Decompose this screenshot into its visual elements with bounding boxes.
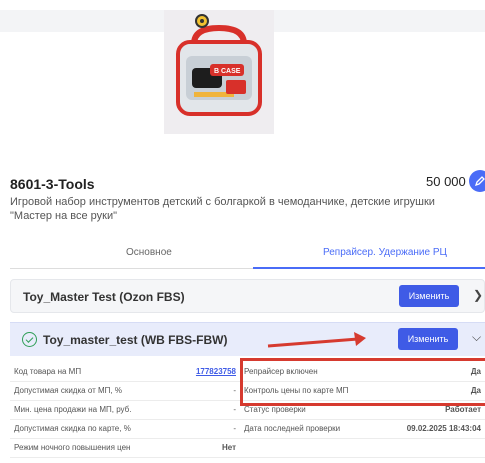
field-label xyxy=(240,438,390,458)
marketplace-card-ozon[interactable]: Toy_Master Test (Ozon FBS) Изменить ❯ xyxy=(10,279,485,313)
field-label: Дата последней проверки xyxy=(240,419,390,439)
medal-icon xyxy=(195,14,209,28)
tab-repricer[interactable]: Репрайсер. Удержание РЦ xyxy=(323,247,447,258)
field-value: 09.02.2025 18:43:04 xyxy=(390,419,485,439)
product-code-link[interactable]: 177823758 xyxy=(196,367,236,376)
tab-main[interactable]: Основное xyxy=(126,247,172,258)
field-label: Код товара на МП xyxy=(10,362,170,382)
active-tab-indicator xyxy=(253,267,485,269)
edit-price-button[interactable] xyxy=(469,170,485,192)
field-label: Мин. цена продажи на МП, руб. xyxy=(10,400,170,420)
product-price: 50 000 xyxy=(426,174,466,189)
table-row: Режим ночного повышения цен Нет xyxy=(10,438,485,458)
field-value: - xyxy=(170,419,240,439)
field-value: - xyxy=(170,400,240,420)
pencil-icon xyxy=(474,176,485,187)
field-value: - xyxy=(170,381,240,401)
marketplace-card-wb[interactable]: Toy_master_test (WB FBS-FBW) Изменить ⌵ xyxy=(10,322,485,356)
card-title: Toy_master_test (WB FBS-FBW) xyxy=(43,333,228,347)
field-label: Допустимая скидка от МП, % xyxy=(10,381,170,401)
product-image[interactable]: B CASE xyxy=(164,10,274,134)
chevron-right-icon[interactable]: ❯ xyxy=(473,288,483,302)
edit-button[interactable]: Изменить xyxy=(399,285,459,307)
annotation-arrow xyxy=(267,332,366,348)
card-title: Toy_Master Test (Ozon FBS) xyxy=(23,290,185,304)
highlight-box xyxy=(240,358,485,406)
toolbox-image: B CASE xyxy=(164,10,274,134)
product-description: Игровой набор инструментов детский с бол… xyxy=(10,196,435,222)
tab-bar: Основное Репрайсер. Удержание РЦ xyxy=(10,241,485,269)
edit-button[interactable]: Изменить xyxy=(398,328,458,350)
field-label: Допустимая скидка по карте, % xyxy=(10,419,170,439)
product-sku: 8601-3-Tools xyxy=(10,176,95,192)
field-label: Режим ночного повышения цен xyxy=(10,438,170,458)
status-check-icon xyxy=(22,332,37,347)
chevron-down-icon[interactable]: ⌵ xyxy=(472,330,481,345)
field-value: Нет xyxy=(170,438,240,458)
field-value xyxy=(390,438,485,458)
image-caption: B CASE xyxy=(214,68,241,75)
table-row: Допустимая скидка по карте, % - Дата пос… xyxy=(10,419,485,439)
